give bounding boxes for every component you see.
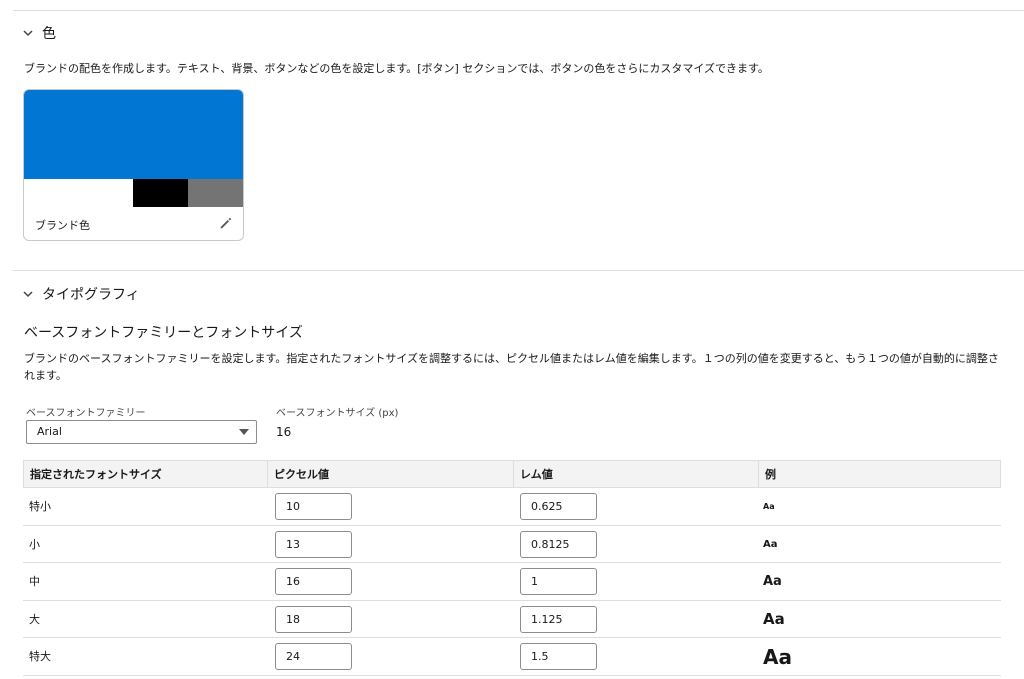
font-sample: Aa: [763, 644, 792, 669]
font-family-select[interactable]: Arial: [26, 420, 257, 444]
header-example: 例: [758, 461, 1001, 488]
table-row: 小 Aa: [23, 526, 1001, 564]
color-section-toggle[interactable]: 色: [22, 23, 56, 43]
font-size-table: 指定されたフォントサイズ ピクセル値 レム値 例 特小 Aa 小 Aa 中 Aa…: [23, 460, 1001, 676]
table-row: 中 Aa: [23, 563, 1001, 601]
rem-value-input[interactable]: [520, 568, 597, 596]
header-rem: レム値: [513, 461, 758, 488]
pixel-value-input[interactable]: [275, 605, 352, 633]
color-section-description: ブランドの配色を作成します。テキスト、背景、ボタンなどの色を設定します。[ボタン…: [24, 62, 769, 75]
pencil-edit-icon[interactable]: [219, 216, 233, 230]
rem-value-input[interactable]: [520, 643, 597, 671]
size-name: 特小: [29, 500, 51, 513]
rem-value-input[interactable]: [520, 493, 597, 520]
typography-section-toggle[interactable]: タイポグラフィ: [22, 284, 140, 304]
brand-color-label: ブランド色: [35, 219, 90, 232]
pixel-value-input[interactable]: [275, 530, 352, 558]
pixel-value-input[interactable]: [275, 568, 352, 596]
rem-value-input[interactable]: [520, 605, 597, 633]
brand-swatch-row: [24, 179, 243, 207]
brand-primary-swatch: [24, 90, 243, 179]
chevron-down-icon: [23, 30, 33, 37]
size-name: 中: [29, 575, 40, 589]
section-divider: [13, 10, 1024, 11]
brand-color-card[interactable]: ブランド色: [23, 89, 244, 241]
section-divider: [13, 270, 1024, 271]
font-family-value: Arial: [37, 425, 62, 438]
font-sample: Aa: [763, 538, 778, 550]
font-sample: Aa: [763, 574, 782, 590]
base-font-subheading: ベースフォントファミリーとフォントサイズ: [24, 325, 303, 341]
brand-swatch-gray: [188, 179, 243, 207]
font-sample: Aa: [763, 610, 785, 629]
font-sample: Aa: [763, 502, 775, 511]
brand-swatch-white: [24, 179, 133, 207]
typography-section-title: タイポグラフィ: [42, 287, 140, 303]
chevron-down-icon: [23, 291, 33, 298]
typography-description: ブランドのベースフォントファミリーを設定します。指定されたフォントサイズを調整す…: [24, 352, 999, 382]
table-row: 特小 Aa: [23, 488, 1001, 526]
table-row: 大 Aa: [23, 601, 1001, 639]
base-font-size-value: 16: [276, 425, 292, 439]
pixel-value-input[interactable]: [275, 643, 352, 671]
color-section-title: 色: [42, 26, 56, 42]
header-size-name: 指定されたフォントサイズ: [30, 468, 162, 481]
table-header: 指定されたフォントサイズ ピクセル値 レム値 例: [23, 460, 1001, 488]
header-pixel: ピクセル値: [267, 461, 513, 488]
rem-value-input[interactable]: [520, 530, 597, 558]
pixel-value-input[interactable]: [275, 493, 352, 520]
table-row: 特大 Aa: [23, 638, 1001, 676]
dropdown-caret-icon: [239, 429, 249, 435]
brand-swatch-black: [133, 179, 188, 207]
font-family-label: ベースフォントファミリー: [26, 408, 146, 419]
size-name: 特大: [29, 650, 51, 664]
size-name: 小: [29, 537, 40, 551]
size-name: 大: [29, 612, 40, 626]
font-size-label: ベースフォントサイズ (px): [276, 408, 399, 419]
